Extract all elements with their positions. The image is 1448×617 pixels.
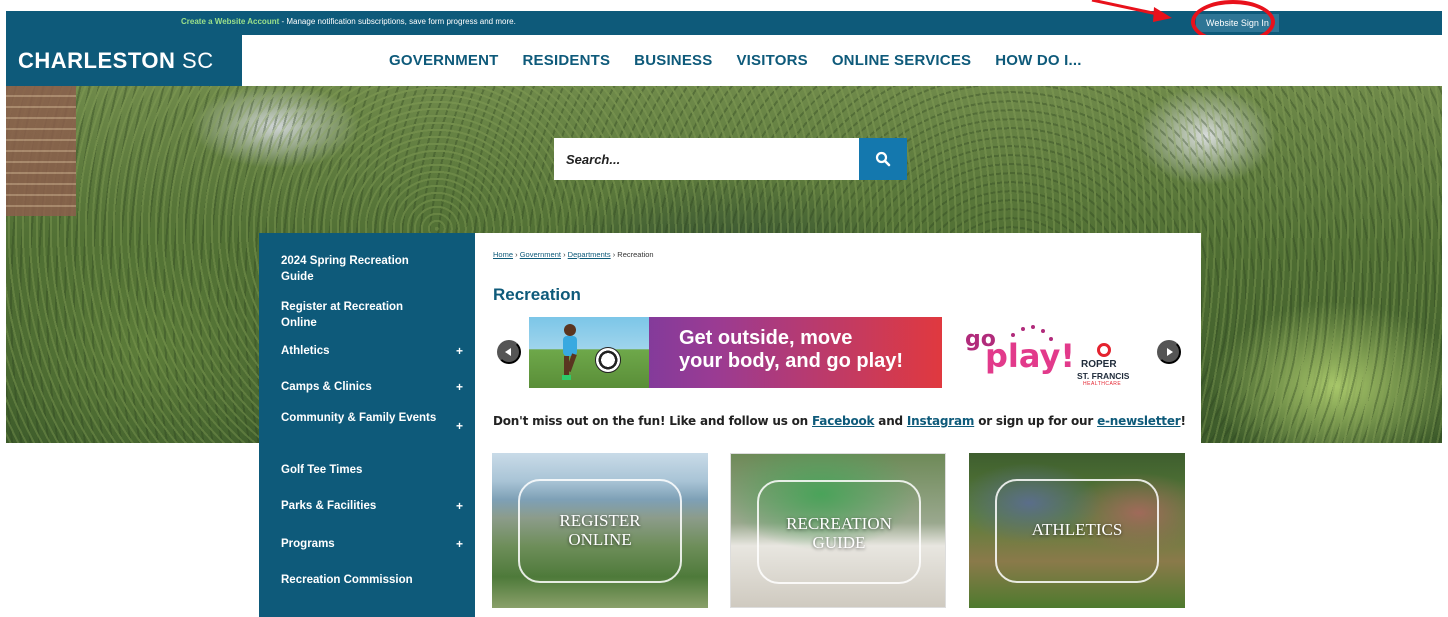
sidebar-item-label: Golf Tee Times	[281, 464, 363, 476]
social-promo-text: Don't miss out on the fun! Like and foll…	[493, 414, 1186, 428]
sidebar-item-register-online[interactable]: Register at Recreation Online	[259, 299, 475, 331]
banner-headline: Get outside, move your body, and go play…	[679, 327, 903, 373]
newsletter-link[interactable]: e-newsletter	[1097, 414, 1181, 428]
tile-label-line-2: GUIDE	[812, 533, 866, 552]
tile-label-line-1: ATHLETICS	[1031, 520, 1123, 539]
banner-line-2: your body, and go play!	[679, 350, 904, 372]
search-input[interactable]	[554, 138, 859, 180]
banner-photo	[529, 317, 649, 388]
site-header: CHARLESTON SC GOVERNMENT RESIDENTS BUSIN…	[6, 35, 1442, 86]
sidebar-item-spring-guide[interactable]: 2024 Spring Recreation Guide	[259, 243, 475, 287]
sidebar-item-recreation-commission[interactable]: Recreation Commission	[259, 572, 475, 588]
tile-label-line-1: REGISTER	[559, 511, 641, 530]
search-icon	[875, 151, 891, 167]
carousel-prev-button[interactable]	[497, 340, 521, 364]
facebook-link[interactable]: Facebook	[812, 414, 875, 428]
nav-business[interactable]: BUSINESS	[634, 52, 712, 69]
expand-plus-icon[interactable]: +	[456, 418, 463, 434]
sponsor-line-1: ROPER	[1081, 359, 1117, 370]
sidebar-item-label: Register at Recreation Online	[281, 301, 404, 329]
nav-residents[interactable]: RESIDENTS	[523, 52, 611, 69]
breadcrumb-separator: ›	[612, 250, 616, 259]
create-account-link[interactable]: Create a Website Account	[181, 17, 279, 26]
goplay-play-text: play!	[985, 337, 1075, 375]
sponsor-line-3: HEALTHCARE	[1083, 381, 1122, 387]
breadcrumb-government[interactable]: Government	[520, 250, 561, 259]
annotation-arrow-icon	[1091, 0, 1172, 22]
carousel-next-button[interactable]	[1157, 340, 1181, 364]
sidebar-item-camps-clinics[interactable]: Camps & Clinics +	[259, 379, 475, 395]
sidebar-item-label: Parks & Facilities	[281, 500, 377, 512]
sidebar-item-label: Programs	[281, 538, 335, 550]
tile-athletics[interactable]: ATHLETICS	[969, 453, 1185, 608]
hero-brick-wall	[6, 86, 76, 216]
breadcrumb-separator: ›	[563, 250, 566, 259]
sponsor-line-2: ST. FRANCIS	[1077, 371, 1130, 381]
account-notice-desc: - Manage notification subscriptions, sav…	[279, 17, 516, 26]
sidebar-nav: 2024 Spring Recreation Guide Register at…	[259, 233, 475, 617]
breadcrumb: Home › Government › Departments › Recrea…	[493, 250, 654, 259]
main-nav: GOVERNMENT RESIDENTS BUSINESS VISITORS O…	[389, 35, 1106, 86]
nav-how-do-i[interactable]: HOW DO I...	[995, 52, 1081, 69]
sidebar-item-label: Recreation Commission	[281, 574, 413, 586]
nav-visitors[interactable]: VISITORS	[736, 52, 807, 69]
social-text-end: !	[1180, 414, 1186, 428]
tile-label-line-1: RECREATION	[786, 514, 892, 533]
sidebar-item-golf-tee-times[interactable]: Golf Tee Times	[259, 462, 475, 478]
triangle-right-icon	[1167, 348, 1173, 356]
expand-plus-icon[interactable]: +	[456, 498, 463, 514]
social-text-middle: or sign up for our	[974, 414, 1098, 428]
sidebar-item-label: Camps & Clinics	[281, 381, 372, 393]
social-text-before: Don't miss out on the fun! Like and foll…	[493, 414, 813, 428]
sidebar-item-label: Community & Family Events	[281, 412, 437, 424]
tile-register-online[interactable]: REGISTER ONLINE	[492, 453, 708, 608]
account-notice: Create a Website Account - Manage notifi…	[181, 17, 516, 26]
sidebar-item-label: Athletics	[281, 345, 330, 357]
soccer-ball-icon	[595, 347, 621, 373]
main-content: Home › Government › Departments › Recrea…	[475, 233, 1201, 617]
tile-recreation-guide[interactable]: RECREATION GUIDE	[730, 453, 946, 608]
sidebar-item-community-events[interactable]: Community & Family Events +	[259, 410, 475, 442]
carousel-banner[interactable]: Get outside, move your body, and go play…	[529, 317, 942, 388]
triangle-left-icon	[505, 348, 511, 356]
search-button[interactable]	[859, 138, 907, 180]
goplay-roper-logo: go play! ROPER ST. FRANCIS HEALTHCARE	[965, 325, 1135, 387]
breadcrumb-current: Recreation	[617, 250, 654, 259]
nav-online-services[interactable]: ONLINE SERVICES	[832, 52, 971, 69]
expand-plus-icon[interactable]: +	[456, 343, 463, 359]
sidebar-item-label: 2024 Spring Recreation Guide	[281, 255, 409, 283]
expand-plus-icon[interactable]: +	[456, 379, 463, 395]
breadcrumb-separator: ›	[515, 250, 518, 259]
breadcrumb-home[interactable]: Home	[493, 250, 513, 259]
sidebar-item-parks-facilities[interactable]: Parks & Facilities +	[259, 498, 475, 514]
sidebar-item-athletics[interactable]: Athletics +	[259, 343, 475, 359]
logo-suffix: SC	[182, 48, 214, 73]
sidebar-item-programs[interactable]: Programs +	[259, 536, 475, 552]
roper-logo-icon	[1097, 343, 1111, 357]
instagram-link[interactable]: Instagram	[907, 414, 974, 428]
charleston-logo[interactable]: CHARLESTON SC	[6, 35, 242, 86]
tile-label-line-2: ONLINE	[568, 530, 632, 549]
search-box	[554, 138, 859, 180]
social-text-and: and	[874, 414, 907, 428]
child-figure-icon	[562, 324, 577, 380]
banner-line-1: Get outside, move	[679, 327, 853, 349]
nav-government[interactable]: GOVERNMENT	[389, 52, 499, 69]
logo-main: CHARLESTON	[18, 48, 176, 73]
expand-plus-icon[interactable]: +	[456, 536, 463, 552]
page-title: Recreation	[493, 285, 581, 304]
page: Create a Website Account - Manage notifi…	[0, 0, 1448, 617]
breadcrumb-departments[interactable]: Departments	[568, 250, 611, 259]
